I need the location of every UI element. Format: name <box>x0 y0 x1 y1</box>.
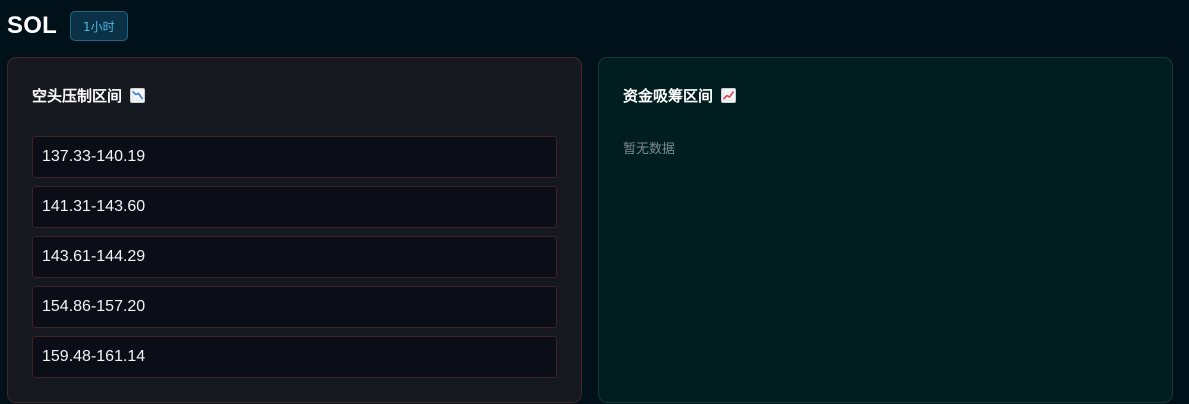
empty-state-text: 暂无数据 <box>623 142 676 157</box>
short-panel-title-text: 空头压制区间 <box>32 87 123 105</box>
zone-item: 141.31-143.60 <box>32 186 557 228</box>
short-zone-list: 137.33-140.19 141.31-143.60 143.61-144.2… <box>32 136 557 386</box>
chart-increasing-icon <box>721 88 737 103</box>
short-panel-title: 空头压制区间 <box>32 85 146 106</box>
long-panel-title-text: 资金吸筹区间 <box>623 87 714 105</box>
zone-item: 143.61-144.29 <box>32 236 557 278</box>
zone-item: 159.48-161.14 <box>32 336 557 378</box>
short-pressure-panel: 空头压制区间 137.33-140.19 141.31-143.60 143.6… <box>7 57 582 403</box>
zone-item: 137.33-140.19 <box>32 136 557 178</box>
header: SOL 1小时 <box>7 9 128 43</box>
symbol-title: SOL <box>7 12 57 39</box>
timeframe-badge[interactable]: 1小时 <box>69 11 128 41</box>
long-panel-title: 资金吸筹区间 <box>623 85 737 106</box>
chart-decreasing-icon <box>130 88 146 103</box>
zone-item: 154.86-157.20 <box>32 286 557 328</box>
capital-accumulation-panel: 资金吸筹区间 暂无数据 <box>598 57 1173 403</box>
